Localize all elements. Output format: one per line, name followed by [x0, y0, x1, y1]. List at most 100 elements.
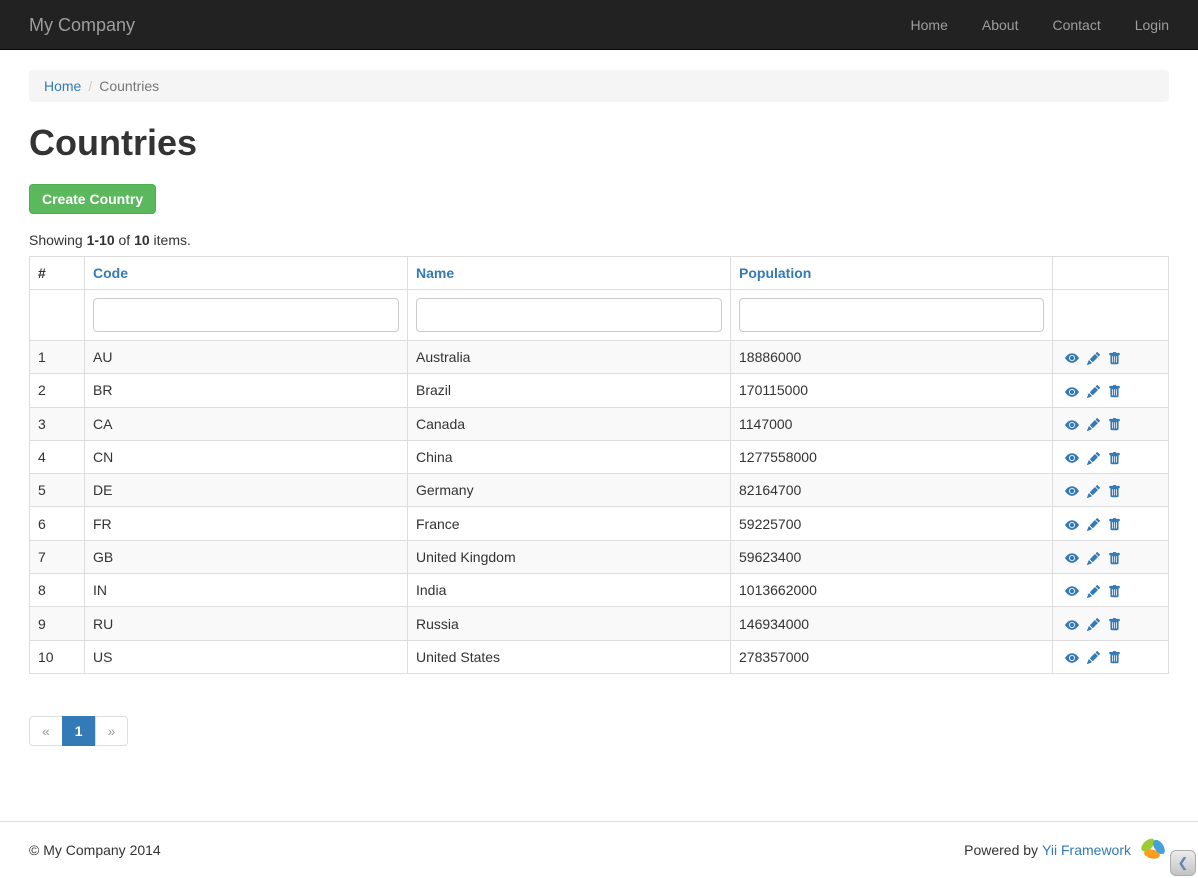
copyright-text: © My Company 2014: [29, 842, 161, 858]
breadcrumb: Home / Countries: [29, 70, 1169, 102]
col-header-name[interactable]: Name: [416, 265, 454, 281]
eye-icon[interactable]: [1065, 484, 1079, 498]
pencil-icon[interactable]: [1087, 651, 1100, 664]
top-navbar: My Company Home About Contact Login: [0, 0, 1198, 50]
col-header-population[interactable]: Population: [739, 265, 811, 281]
table-row: 9RURussia146934000: [30, 607, 1169, 640]
create-country-button[interactable]: Create Country: [29, 184, 156, 214]
breadcrumb-home-link[interactable]: Home: [44, 78, 81, 94]
pencil-icon[interactable]: [1087, 485, 1100, 498]
cell-population: 82164700: [731, 474, 1053, 507]
pencil-icon[interactable]: [1087, 552, 1100, 565]
pagination-prev[interactable]: «: [29, 716, 63, 746]
cell-name: United Kingdom: [408, 540, 731, 573]
action-cell: [1053, 440, 1169, 473]
chevron-left-icon: ❮: [1178, 855, 1189, 871]
eye-icon[interactable]: [1065, 418, 1079, 432]
trash-icon[interactable]: [1108, 485, 1121, 498]
eye-icon[interactable]: [1065, 584, 1079, 598]
summary-of: of: [115, 232, 134, 248]
trash-icon[interactable]: [1108, 552, 1121, 565]
cell-code: CN: [85, 440, 408, 473]
trash-icon[interactable]: [1108, 651, 1121, 664]
trash-icon[interactable]: [1108, 352, 1121, 365]
name-filter-input[interactable]: [416, 298, 722, 332]
pagination-page-1[interactable]: 1: [62, 716, 96, 746]
action-cell: [1053, 540, 1169, 573]
row-index: 10: [30, 640, 85, 673]
pagination-next[interactable]: »: [95, 716, 129, 746]
table-row: 1AUAustralia18886000: [30, 341, 1169, 374]
eye-icon[interactable]: [1065, 651, 1079, 665]
trash-icon[interactable]: [1108, 618, 1121, 631]
row-index: 9: [30, 607, 85, 640]
eye-icon[interactable]: [1065, 451, 1079, 465]
cell-population: 18886000: [731, 341, 1053, 374]
cell-code: FR: [85, 507, 408, 540]
eye-icon[interactable]: [1065, 385, 1079, 399]
yii-logo-icon: [1137, 836, 1169, 864]
table-row: 3CACanada1147000: [30, 407, 1169, 440]
trash-icon[interactable]: [1108, 452, 1121, 465]
cell-code: AU: [85, 341, 408, 374]
pencil-icon[interactable]: [1087, 518, 1100, 531]
table-row: 10USUnited States278357000: [30, 640, 1169, 673]
page-title: Countries: [29, 122, 1169, 164]
yii-framework-link[interactable]: Yii Framework: [1042, 842, 1131, 858]
trash-icon[interactable]: [1108, 585, 1121, 598]
nav-item-home[interactable]: Home: [911, 17, 948, 33]
powered-by-text: Powered by: [964, 842, 1038, 858]
eye-icon[interactable]: [1065, 351, 1079, 365]
cell-name: China: [408, 440, 731, 473]
pencil-icon[interactable]: [1087, 352, 1100, 365]
code-filter-input[interactable]: [93, 298, 399, 332]
scroll-back-widget[interactable]: ❮: [1170, 850, 1196, 876]
population-filter-input[interactable]: [739, 298, 1044, 332]
eye-icon[interactable]: [1065, 551, 1079, 565]
cell-population: 170115000: [731, 374, 1053, 407]
cell-name: India: [408, 574, 731, 607]
row-index: 1: [30, 341, 85, 374]
action-cell: [1053, 607, 1169, 640]
table-row: 2BRBrazil170115000: [30, 374, 1169, 407]
action-cell: [1053, 574, 1169, 607]
cell-population: 1277558000: [731, 440, 1053, 473]
breadcrumb-current: Countries: [99, 78, 159, 94]
pencil-icon[interactable]: [1087, 618, 1100, 631]
action-cell: [1053, 507, 1169, 540]
eye-icon[interactable]: [1065, 618, 1079, 632]
cell-name: Australia: [408, 341, 731, 374]
table-row: 4CNChina1277558000: [30, 440, 1169, 473]
cell-code: US: [85, 640, 408, 673]
trash-icon[interactable]: [1108, 418, 1121, 431]
pencil-icon[interactable]: [1087, 418, 1100, 431]
trash-icon[interactable]: [1108, 518, 1121, 531]
summary-range: 1-10: [87, 232, 115, 248]
eye-icon[interactable]: [1065, 518, 1079, 532]
row-index: 2: [30, 374, 85, 407]
action-cell: [1053, 474, 1169, 507]
nav-item-login[interactable]: Login: [1135, 17, 1169, 33]
row-index: 8: [30, 574, 85, 607]
action-cell: [1053, 374, 1169, 407]
nav-item-contact[interactable]: Contact: [1052, 17, 1100, 33]
nav-item-about[interactable]: About: [982, 17, 1019, 33]
countries-table: # Code Name Population 1AUAustralia18886…: [29, 256, 1169, 674]
row-index: 6: [30, 507, 85, 540]
pencil-icon[interactable]: [1087, 585, 1100, 598]
row-index: 4: [30, 440, 85, 473]
footer: © My Company 2014 Powered by Yii Framewo…: [0, 821, 1198, 878]
pencil-icon[interactable]: [1087, 385, 1100, 398]
pencil-icon[interactable]: [1087, 452, 1100, 465]
pagination: « 1 »: [29, 716, 128, 746]
summary-total: 10: [134, 232, 150, 248]
summary-text: Showing 1-10 of 10 items.: [29, 232, 1169, 248]
main-nav: Home About Contact Login: [911, 17, 1169, 33]
trash-icon[interactable]: [1108, 385, 1121, 398]
brand-link[interactable]: My Company: [29, 15, 135, 36]
row-index: 5: [30, 474, 85, 507]
col-header-code[interactable]: Code: [93, 265, 128, 281]
table-row: 6FRFrance59225700: [30, 507, 1169, 540]
action-cell: [1053, 640, 1169, 673]
row-index: 3: [30, 407, 85, 440]
